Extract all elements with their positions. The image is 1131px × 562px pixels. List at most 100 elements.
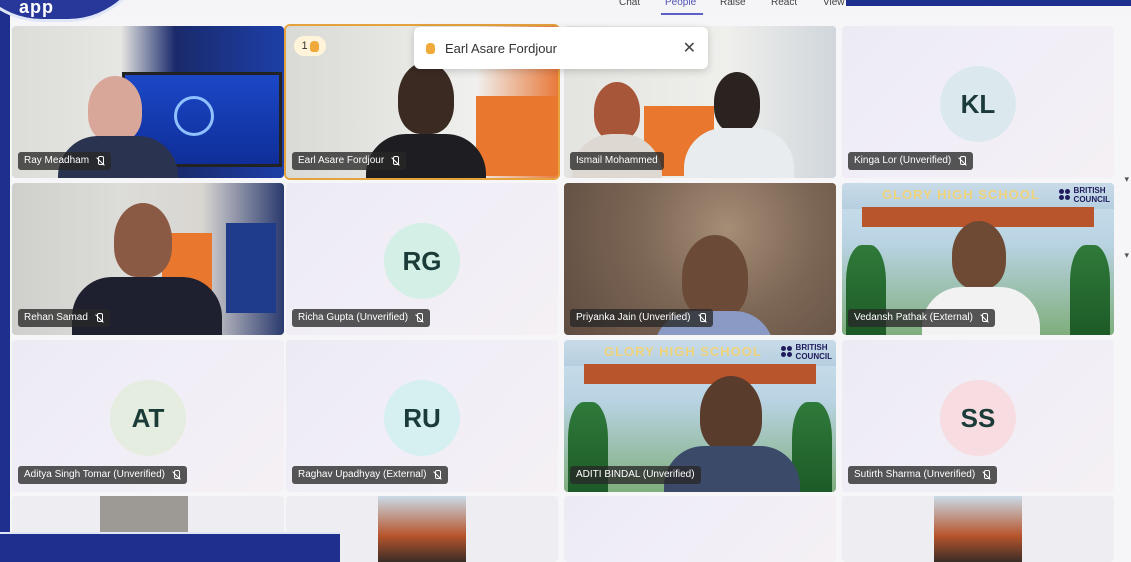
name-tag: Rehan Samad (18, 309, 110, 327)
participant-tile-vedansh-pathak[interactable]: GLORY HIGH SCHOOL BRITISH COUNCIL Vedans… (842, 183, 1114, 335)
participant-name: Earl Asare Fordjour (298, 155, 385, 166)
british-council-text: BRITISH COUNCIL (795, 343, 832, 361)
participant-head (398, 62, 454, 134)
name-tag: ADITI BINDAL (Unverified) (570, 466, 701, 484)
participant-tile-ray-meadham[interactable]: Ray Meadham (12, 26, 284, 178)
participant-tile-aditya-singh-tomar[interactable]: AT Aditya Singh Tomar (Unverified) (12, 340, 284, 492)
participant-name: Rehan Samad (24, 312, 88, 323)
name-tag: Richa Gupta (Unverified) (292, 309, 431, 327)
logo-text: app (19, 0, 55, 17)
participant-name: Aditya Singh Tomar (Unverified) (24, 469, 165, 480)
name-tag: Priyanka Jain (Unverified) (570, 309, 713, 327)
participant-tile-aditi-bindal[interactable]: GLORY HIGH SCHOOL BRITISH COUNCIL ADITI … (564, 340, 836, 492)
name-tag: Ray Meadham (18, 152, 112, 170)
mic-off-icon (432, 470, 442, 480)
participant-tile-richa-gupta[interactable]: RG Richa Gupta (Unverified) (286, 183, 558, 335)
british-council-text: BRITISH COUNCIL (1073, 186, 1110, 204)
avatar-initials: RU (403, 402, 441, 433)
overlay-frame-left (0, 0, 10, 562)
name-tag: Aditya Singh Tomar (Unverified) (18, 466, 187, 484)
overlay-banner-bottom (0, 532, 340, 562)
raised-hand-badge: 1 (294, 36, 326, 56)
chat-button[interactable]: Chat (619, 0, 640, 8)
name-tag: Earl Asare Fordjour (292, 152, 407, 170)
raised-hand-icon (426, 42, 435, 54)
participant-head (114, 203, 172, 277)
mic-off-icon (390, 156, 400, 166)
palm-tree-icon (1070, 245, 1110, 335)
avatar: AT (110, 380, 186, 456)
overlay-banner-top (846, 0, 1131, 6)
participant-name: Kinga Lor (Unverified) (854, 155, 952, 166)
react-button[interactable]: React (771, 0, 797, 8)
participant-name: Richa Gupta (Unverified) (298, 312, 409, 323)
participant-head-2 (714, 72, 760, 132)
avatar-initials: SS (960, 402, 996, 433)
video-feed (934, 496, 1022, 562)
avatar: RG (384, 223, 460, 299)
name-tag: Kinga Lor (Unverified) (848, 152, 974, 170)
participant-name: Ray Meadham (24, 155, 90, 166)
participant-name: Vedansh Pathak (External) (854, 312, 973, 323)
participant-tile-partial[interactable] (842, 496, 1114, 562)
participant-head (700, 376, 762, 452)
school-sign-text: GLORY HIGH SCHOOL (604, 344, 762, 359)
building-roof (584, 364, 816, 384)
participant-head (682, 235, 748, 319)
mic-off-icon (697, 313, 707, 323)
people-tab-indicator (661, 13, 703, 15)
name-tag: Ismail Mohammed (570, 152, 664, 170)
participant-name: ADITI BINDAL (Unverified) (576, 469, 695, 480)
raised-hand-icon (309, 40, 319, 52)
participant-name: Ismail Mohammed (576, 155, 658, 166)
orange-wall (476, 96, 558, 176)
notification-text: Earl Asare Fordjour (445, 40, 557, 56)
participant-name: Raghav Upadhyay (External) (298, 469, 427, 480)
name-tag: Sutirth Sharma (Unverified) (848, 466, 998, 484)
british-council-logo: BRITISH COUNCIL (1058, 186, 1110, 204)
participant-tile-priyanka-jain[interactable]: Priyanka Jain (Unverified) (564, 183, 836, 335)
participant-tile-partial[interactable] (564, 496, 836, 562)
banner-stand (226, 223, 276, 313)
name-tag: Raghav Upadhyay (External) (292, 466, 449, 484)
close-icon[interactable]: ✕ (683, 38, 696, 58)
participant-head (88, 76, 142, 142)
avatar-initials: AT (131, 402, 165, 433)
view-button[interactable]: View (823, 0, 845, 8)
participant-name: Priyanka Jain (Unverified) (576, 312, 691, 323)
participant-tile-rehan-samad[interactable]: Rehan Samad (12, 183, 284, 335)
participant-head (952, 221, 1006, 289)
participant-head-1 (594, 82, 640, 140)
participant-name: Sutirth Sharma (Unverified) (854, 469, 976, 480)
participant-body-2 (684, 128, 794, 178)
meeting-window: Chat People Raise React View Notes Rooms… (0, 0, 1131, 562)
video-feed (378, 496, 466, 562)
raise-hand-button[interactable]: Raise (720, 0, 746, 8)
mic-off-icon (979, 313, 989, 323)
screen-logo (174, 96, 214, 136)
chevron-down-icon[interactable]: ▾ (1124, 174, 1129, 185)
mic-off-icon (95, 156, 105, 166)
name-tag: Vedansh Pathak (External) (848, 309, 995, 327)
mic-off-icon (981, 470, 991, 480)
avatar-initials: KL (960, 88, 996, 119)
school-sign-text: GLORY HIGH SCHOOL (882, 187, 1040, 202)
school-sign: GLORY HIGH SCHOOL BRITISH COUNCIL (564, 340, 836, 366)
mic-off-icon (171, 470, 181, 480)
mic-off-icon (957, 156, 967, 166)
british-council-logo: BRITISH COUNCIL (780, 343, 832, 361)
avatar-initials: RG (402, 245, 442, 276)
people-button[interactable]: People (665, 0, 696, 8)
participant-tile-kinga-lor[interactable]: KL Kinga Lor (Unverified) (842, 26, 1114, 178)
raised-hand-count: 1 (301, 40, 308, 52)
chevron-down-icon[interactable]: ▾ (1124, 250, 1129, 261)
raised-hand-notification[interactable]: Earl Asare Fordjour ✕ (414, 27, 708, 69)
avatar: KL (940, 66, 1016, 142)
mic-off-icon (94, 313, 104, 323)
school-sign: GLORY HIGH SCHOOL BRITISH COUNCIL (842, 183, 1114, 209)
mic-off-icon (414, 313, 424, 323)
avatar: RU (384, 380, 460, 456)
participant-tile-sutirth-sharma[interactable]: SS Sutirth Sharma (Unverified) (842, 340, 1114, 492)
avatar: SS (940, 380, 1016, 456)
participant-tile-raghav-upadhyay[interactable]: RU Raghav Upadhyay (External) (286, 340, 558, 492)
